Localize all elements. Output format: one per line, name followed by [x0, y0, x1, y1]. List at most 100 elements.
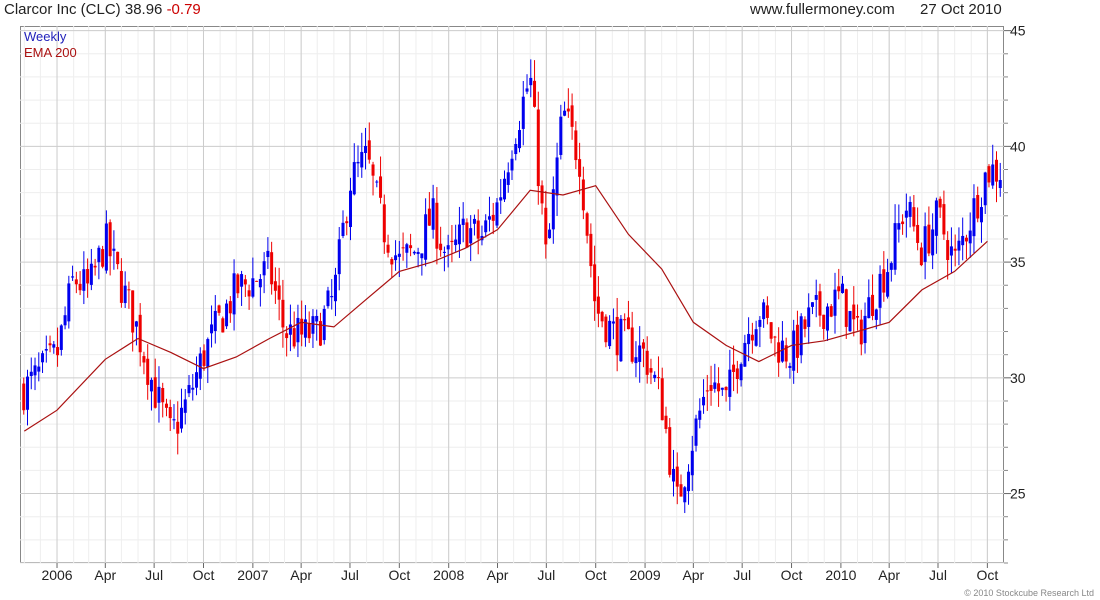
- candle-down: [735, 368, 739, 379]
- candle-down: [236, 274, 240, 294]
- candle-up: [653, 374, 657, 379]
- candle-down: [78, 283, 82, 291]
- legend-weekly: Weekly: [24, 29, 67, 44]
- candle-up: [149, 379, 153, 392]
- y-tick-label: 40: [1010, 138, 1026, 154]
- candle-down: [626, 317, 630, 330]
- candle-down: [822, 314, 826, 330]
- candle-up: [991, 164, 995, 186]
- candle-up: [758, 319, 762, 327]
- candle-down: [645, 350, 649, 375]
- candle-up: [499, 197, 503, 201]
- candle-down: [86, 268, 90, 284]
- candle-down: [964, 237, 968, 242]
- candle-up: [326, 290, 330, 307]
- candle-up: [311, 316, 315, 334]
- candle-down: [270, 252, 274, 285]
- candle-down: [161, 387, 165, 403]
- candle-down: [600, 311, 604, 322]
- candle-down: [919, 247, 923, 266]
- candle-down: [942, 204, 946, 235]
- candle-up: [187, 385, 191, 394]
- candle-up: [495, 202, 499, 226]
- candle-up: [506, 172, 510, 185]
- candle-down: [769, 322, 773, 339]
- candle-up: [683, 487, 687, 503]
- candle-down: [22, 383, 26, 411]
- candle-down: [127, 289, 131, 291]
- candle-down: [732, 364, 736, 372]
- candle-up: [484, 220, 488, 233]
- candle-down: [476, 220, 480, 239]
- x-tick-label: Jul: [929, 567, 947, 583]
- candle-up: [810, 302, 814, 307]
- candle-down: [243, 279, 247, 285]
- candle-up: [893, 223, 897, 270]
- candle-up: [559, 116, 563, 155]
- legend: Weekly EMA 200: [24, 29, 77, 61]
- candle-down: [630, 327, 634, 362]
- x-tick-label: Jul: [733, 567, 751, 583]
- candle-down: [307, 323, 311, 339]
- candle-down: [859, 319, 863, 345]
- candle-up: [112, 248, 116, 251]
- candle-up: [514, 144, 518, 155]
- x-tick-label: Apr: [878, 567, 900, 583]
- candle-up: [728, 369, 732, 397]
- candle-up: [807, 307, 811, 327]
- candle-down: [994, 159, 998, 182]
- candle-down: [593, 264, 597, 302]
- x-tick-label: 2009: [629, 567, 660, 583]
- x-tick-label: Oct: [585, 567, 607, 583]
- candle-up: [330, 296, 334, 298]
- candle-up: [961, 235, 965, 246]
- candle-up: [258, 278, 262, 288]
- candle-up: [97, 247, 101, 263]
- candle-down: [119, 271, 123, 303]
- candle-up: [472, 218, 476, 224]
- candle-down: [589, 233, 593, 267]
- candle-up: [694, 418, 698, 446]
- x-tick-label: Apr: [290, 567, 312, 583]
- candle-up: [33, 365, 37, 376]
- candle-down: [401, 247, 405, 249]
- candle-down: [615, 316, 619, 356]
- candle-down: [803, 319, 807, 329]
- candle-up: [469, 228, 473, 244]
- candle-up: [814, 295, 818, 300]
- candle-down: [649, 368, 653, 373]
- candle-up: [619, 318, 623, 362]
- candle-up: [431, 198, 435, 230]
- candle-down: [705, 390, 709, 392]
- candle-down: [581, 179, 585, 211]
- candle-down: [101, 249, 105, 267]
- candle-up: [874, 309, 878, 320]
- candle-up: [878, 273, 882, 308]
- x-tick-label: Oct: [976, 567, 998, 583]
- candle-down: [544, 207, 548, 245]
- candle-down: [856, 316, 860, 318]
- candle-up: [754, 329, 758, 346]
- candle-up: [364, 145, 368, 154]
- candle-down: [882, 269, 886, 293]
- candle-down: [795, 324, 799, 358]
- price-chart: 25 30 35 40 45 2006 Apr Jul Oct 2007 Apr Jul Oct 2008…: [20, 23, 1026, 583]
- candle-down: [131, 290, 135, 333]
- candle-up: [908, 201, 912, 217]
- candle-up: [713, 382, 717, 389]
- candle-up: [26, 376, 30, 410]
- candle-up: [998, 180, 1002, 189]
- candle-down: [750, 334, 754, 341]
- candle-up: [720, 387, 724, 390]
- candle-down: [390, 259, 394, 265]
- candle-down: [345, 221, 349, 224]
- candle-down: [976, 194, 980, 219]
- candle-up: [518, 130, 522, 149]
- candle-up: [461, 218, 465, 225]
- candle-down: [901, 221, 905, 225]
- candle-up: [747, 333, 751, 345]
- candle-up: [420, 253, 424, 259]
- candle-down: [946, 240, 950, 261]
- candle-up: [251, 278, 255, 297]
- candle-up: [867, 297, 871, 319]
